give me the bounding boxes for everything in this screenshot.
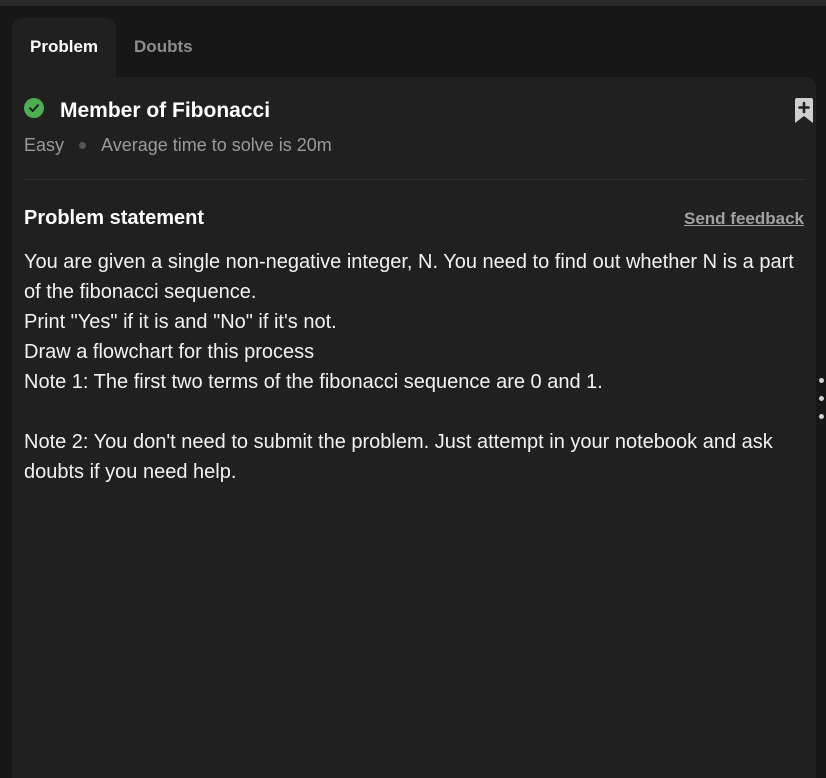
tab-doubts[interactable]: Doubts — [116, 18, 211, 78]
statement-line: Draw a flowchart for this process — [24, 341, 315, 363]
handle-dot — [819, 378, 824, 383]
average-time-label: Average time to solve is 20m — [101, 135, 332, 155]
tab-bar: Problem Doubts — [12, 18, 211, 78]
statement-title: Problem statement — [24, 207, 205, 229]
problem-header: Member of Fibonacci Easy Average time to… — [24, 95, 813, 156]
send-feedback-link[interactable]: Send feedback — [684, 209, 804, 229]
statement-line: Print "Yes" if it is and "No" if it's no… — [24, 311, 337, 333]
difficulty-label: Easy — [24, 135, 65, 155]
check-circle-icon — [24, 98, 44, 118]
statement-line: Note 1: The first two terms of the fibon… — [24, 371, 603, 393]
statement-line: Note 2: You don't need to submit the pro… — [24, 431, 773, 483]
tab-problem[interactable]: Problem — [12, 18, 117, 78]
statement-line: You are given a single non-negative inte… — [24, 251, 794, 303]
handle-dot — [819, 414, 824, 419]
statement-header: Problem statement Send feedback — [24, 207, 804, 230]
statement-body: You are given a single non-negative inte… — [24, 247, 809, 487]
separator-dot — [79, 142, 87, 149]
drag-handle-icon[interactable] — [817, 378, 826, 426]
top-bar — [0, 0, 826, 6]
header-divider — [24, 179, 804, 180]
title-row: Member of Fibonacci — [24, 95, 804, 127]
statement-spacer — [24, 397, 809, 427]
problem-panel: Member of Fibonacci Easy Average time to… — [12, 77, 816, 778]
handle-dot — [819, 396, 824, 401]
problem-meta: Easy Average time to solve is 20m — [24, 135, 804, 156]
bookmark-add-icon[interactable] — [792, 97, 816, 125]
problem-title: Member of Fibonacci — [60, 99, 271, 122]
